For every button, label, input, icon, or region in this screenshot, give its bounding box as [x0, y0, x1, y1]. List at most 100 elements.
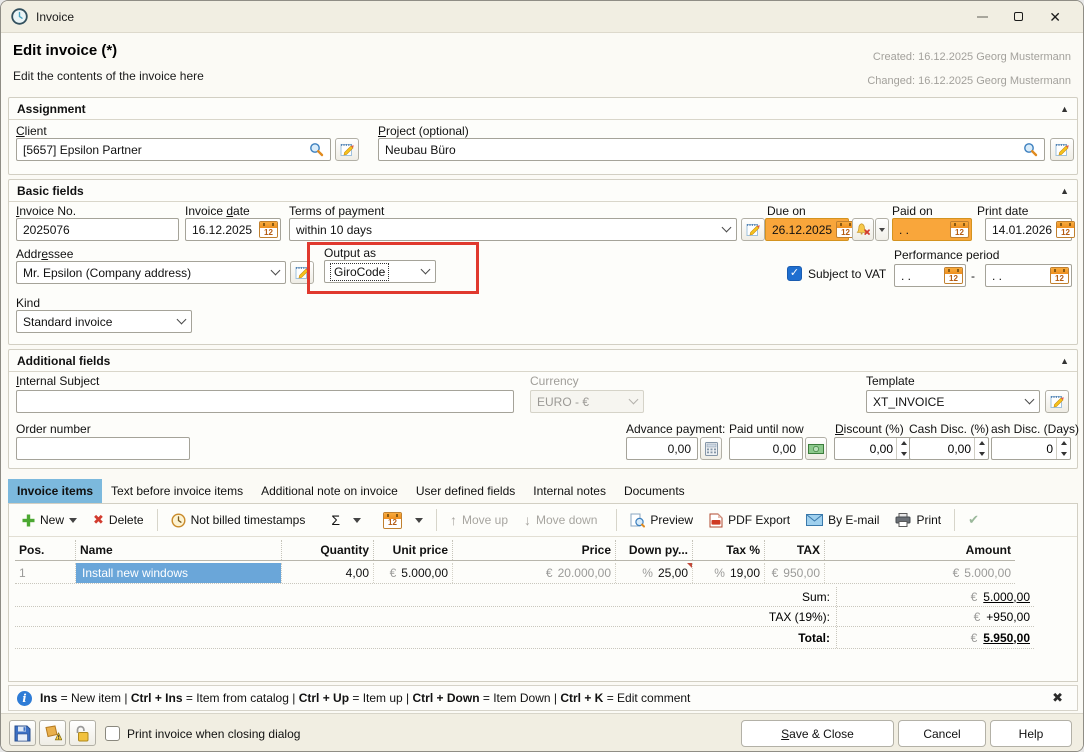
col-pos[interactable]: Pos.	[15, 540, 75, 560]
terms-edit-button[interactable]	[741, 218, 765, 241]
col-tax-pct[interactable]: Tax %	[692, 540, 764, 560]
tab-documents[interactable]: Documents	[615, 479, 694, 503]
close-button[interactable]: ✕	[1049, 10, 1061, 24]
tab-invoice-items[interactable]: Invoice items	[8, 479, 102, 503]
collapse-icon[interactable]: ▲	[1060, 356, 1069, 366]
kind-select[interactable]: Standard invoice	[16, 310, 192, 333]
banknote-icon[interactable]	[805, 437, 827, 460]
move-up-button[interactable]: ↑ Move up	[443, 507, 515, 533]
maximize-button[interactable]	[1014, 12, 1023, 21]
sum-menu-button[interactable]: Σ	[324, 507, 368, 533]
cell-down-payment[interactable]: %25,00	[615, 563, 692, 583]
tab-internal-notes[interactable]: Internal notes	[524, 479, 615, 503]
cell-unit-price[interactable]: €5.000,00	[373, 563, 452, 583]
cell-quantity[interactable]: 4,00	[281, 563, 373, 583]
tax-row: TAX (19%): €+950,00	[15, 607, 1034, 627]
chevron-down-icon	[415, 518, 423, 523]
lock-button[interactable]	[69, 720, 96, 746]
subject-to-vat-checkbox[interactable]: ✓	[787, 266, 802, 281]
calculator-icon[interactable]	[700, 437, 722, 460]
paid-until-now-input[interactable]: 0,00	[729, 437, 803, 460]
status-close-icon[interactable]: ✖	[1052, 690, 1069, 706]
minimize-button[interactable]	[977, 16, 988, 18]
calendar-icon[interactable]: 12	[950, 221, 969, 238]
terms-select[interactable]: within 10 days	[289, 218, 737, 241]
col-name[interactable]: Name	[75, 540, 281, 560]
save-icon-button[interactable]	[9, 720, 36, 746]
due-on-value: 26.12.2025	[772, 223, 832, 237]
tab-additional-note-on-invoice[interactable]: Additional note on invoice	[252, 479, 407, 503]
col-tax[interactable]: TAX	[764, 540, 824, 560]
due-on-input[interactable]: 26.12.2025 12	[765, 218, 849, 241]
template-value: XT_INVOICE	[873, 395, 944, 409]
col-down-payment[interactable]: Down py...	[615, 540, 692, 560]
addressee-select[interactable]: Mr. Epsilon (Company address)	[16, 261, 286, 284]
output-as-select[interactable]: GiroCode	[324, 260, 436, 283]
project-search-icon[interactable]	[1023, 142, 1038, 157]
save-close-button[interactable]: Save & Close	[741, 720, 894, 747]
help-button[interactable]: Help	[990, 720, 1072, 747]
cancel-button[interactable]: Cancel	[898, 720, 986, 747]
performance-from-input[interactable]: . . 12	[894, 264, 966, 287]
print-on-close-checkbox[interactable]	[105, 726, 120, 741]
print-date-input[interactable]: 14.01.2026 12	[985, 218, 1072, 241]
invoice-no-value: 2025076	[23, 223, 70, 237]
template-select[interactable]: XT_INVOICE	[866, 390, 1040, 413]
step-down-icon[interactable]	[975, 449, 988, 460]
options-button[interactable]: ✔✔ Options	[961, 507, 1084, 533]
advance-payment-input[interactable]: 0,00	[626, 437, 698, 460]
invoice-no-input[interactable]: 2025076	[16, 218, 179, 241]
step-up-icon[interactable]	[975, 438, 988, 449]
tab-text-before-invoice-items[interactable]: Text before invoice items	[102, 479, 252, 503]
project-edit-button[interactable]	[1050, 138, 1074, 161]
collapse-icon[interactable]: ▲	[1060, 186, 1069, 196]
cell-price[interactable]: €20.000,00	[452, 563, 615, 583]
new-item-button[interactable]: New	[15, 507, 84, 533]
step-down-icon[interactable]	[1057, 449, 1070, 460]
preview-button[interactable]: Preview	[623, 507, 700, 533]
output-as-value: GiroCode	[331, 264, 388, 280]
addressee-edit-button[interactable]	[290, 261, 314, 284]
reminder-dropdown-icon[interactable]	[875, 218, 889, 241]
client-input[interactable]: [5657] Epsilon Partner	[16, 138, 331, 161]
print-button[interactable]: Print	[888, 507, 948, 533]
col-price[interactable]: Price	[452, 540, 615, 560]
move-down-button[interactable]: ↓ Move down	[517, 507, 604, 533]
by-email-button[interactable]: By E-mail	[799, 507, 886, 533]
cell-amount[interactable]: €5.000,00	[824, 563, 1015, 583]
cell-tax[interactable]: €950,00	[764, 563, 824, 583]
project-input[interactable]: Neubau Büro	[378, 138, 1045, 161]
calendar-menu-button[interactable]: 12	[376, 507, 430, 533]
pdf-export-button[interactable]: PDF Export	[702, 507, 797, 533]
step-up-icon[interactable]	[1057, 438, 1070, 449]
col-unit-price[interactable]: Unit price	[373, 540, 452, 560]
cash-disc-days-stepper[interactable]: 0	[991, 437, 1071, 460]
discount-stepper[interactable]: 0,00	[834, 437, 911, 460]
selected-name-cell[interactable]: Install new windows	[76, 563, 281, 583]
client-search-icon[interactable]	[309, 142, 324, 157]
collapse-icon[interactable]: ▲	[1060, 104, 1069, 114]
calendar-icon[interactable]: 12	[944, 267, 963, 284]
template-edit-button[interactable]	[1045, 390, 1069, 413]
client-edit-button[interactable]	[335, 138, 359, 161]
calendar-icon[interactable]: 12	[1056, 221, 1075, 238]
cell-tax-pct[interactable]: %19,00	[692, 563, 764, 583]
calendar-icon[interactable]: 12	[259, 221, 278, 238]
export-warning-button[interactable]	[39, 720, 66, 746]
invoice-date-input[interactable]: 16.12.2025 12	[185, 218, 281, 241]
table-row[interactable]: 1 Install new windows 4,00 €5.000,00 €20…	[15, 563, 1015, 584]
order-number-input[interactable]	[16, 437, 190, 460]
performance-to-input[interactable]: . . 12	[985, 264, 1072, 287]
internal-subject-input[interactable]	[16, 390, 514, 413]
tab-user-defined-fields[interactable]: User defined fields	[407, 479, 524, 503]
not-billed-timestamps-button[interactable]: Not billed timestamps	[164, 507, 313, 533]
delete-item-button[interactable]: ✖ Delete	[86, 507, 151, 533]
cell-pos[interactable]: 1	[15, 563, 75, 583]
col-amount[interactable]: Amount	[824, 540, 1015, 560]
cash-disc-pct-stepper[interactable]: 0,00	[909, 437, 989, 460]
cell-name[interactable]: Install new windows	[75, 563, 281, 583]
paid-on-input[interactable]: . . 12	[892, 218, 972, 241]
calendar-icon[interactable]: 12	[1050, 267, 1069, 284]
reminder-bell-icon[interactable]	[852, 218, 874, 241]
col-quantity[interactable]: Quantity	[281, 540, 373, 560]
